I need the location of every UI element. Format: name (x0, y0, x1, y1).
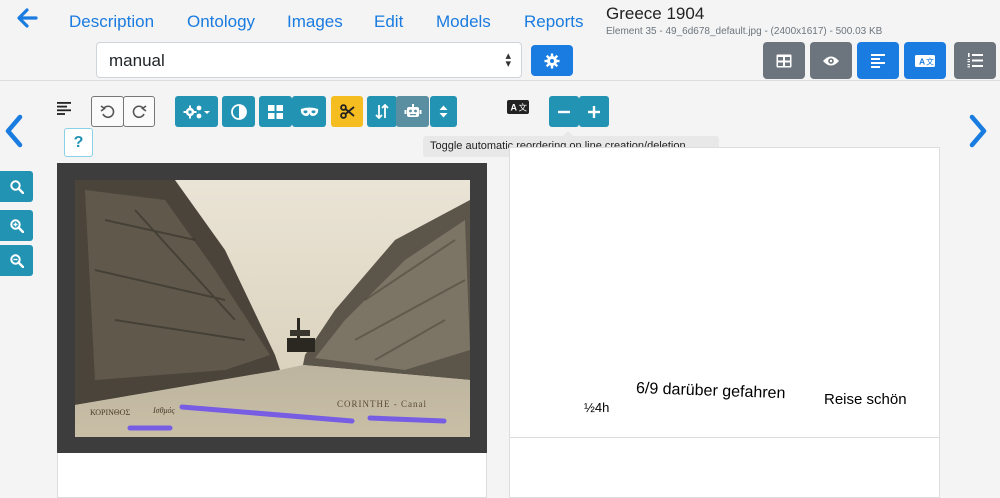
list-ol-icon (967, 53, 983, 68)
gear-icon (544, 53, 560, 68)
svg-text:文: 文 (926, 56, 934, 66)
font-increase-button[interactable] (579, 96, 609, 127)
translate-icon: A文 (507, 100, 529, 114)
auto-settings-button[interactable] (175, 96, 218, 127)
svg-text:A: A (511, 103, 518, 113)
help-button[interactable]: ? (64, 128, 93, 157)
contrast-icon (230, 103, 247, 120)
view-text-button[interactable] (857, 42, 899, 79)
transcription-line-3[interactable]: ½4h (584, 400, 609, 415)
nav-images[interactable]: Images (287, 12, 343, 32)
undo-button[interactable] (91, 96, 124, 127)
next-element-button[interactable] (968, 114, 988, 155)
updown-icon (439, 105, 448, 118)
grid-view-button[interactable] (259, 96, 292, 127)
line-annotations[interactable] (57, 163, 487, 453)
svg-text:A: A (919, 56, 925, 66)
nav-reports[interactable]: Reports (524, 12, 584, 32)
grid-icon (268, 104, 283, 119)
mask-button[interactable] (292, 96, 326, 127)
eye-icon (823, 56, 839, 65)
model-select[interactable]: manual ▴ ▾ (96, 42, 522, 78)
align-left-icon (871, 53, 885, 68)
table-icon (776, 54, 792, 67)
annotation-line-2[interactable] (367, 415, 447, 424)
zoom-out-icon (9, 253, 24, 268)
back-arrow-icon[interactable] (12, 6, 42, 34)
view-list-button[interactable] (954, 42, 996, 79)
zoom-in-icon (9, 218, 24, 233)
nav-models[interactable]: Models (436, 12, 491, 32)
select-caret-icon: ▴ ▾ (505, 50, 511, 70)
contrast-button[interactable] (222, 96, 255, 127)
text-align-toggle[interactable] (55, 99, 73, 117)
view-preview-button[interactable] (810, 42, 852, 79)
zoom-in-button[interactable] (0, 210, 33, 241)
settings-button[interactable] (531, 45, 573, 76)
header-divider (0, 80, 1000, 81)
previous-element-button[interactable] (4, 114, 24, 155)
mask-icon (300, 107, 318, 116)
redo-icon (132, 105, 146, 119)
view-translate-button[interactable]: A文 (904, 42, 946, 79)
sort-icon (375, 104, 389, 119)
document-title: Greece 1904 (606, 4, 705, 23)
settings-icon (183, 105, 210, 118)
chevron-right-icon (969, 114, 987, 148)
robot-icon (404, 104, 421, 117)
nav-description[interactable]: Description (69, 12, 154, 32)
translation-toggle[interactable]: A文 (506, 99, 530, 115)
scissors-icon (339, 104, 355, 119)
transcription-panel (509, 147, 940, 498)
translate-icon: A文 (915, 54, 935, 67)
minus-icon (558, 110, 570, 113)
search-icon (9, 179, 24, 194)
auto-reorder-toggle[interactable] (396, 96, 429, 127)
sort-lines-button[interactable] (367, 96, 397, 127)
expand-collapse-button[interactable] (430, 96, 457, 127)
align-left-icon (57, 101, 71, 115)
cut-button[interactable] (331, 96, 363, 127)
nav-edit[interactable]: Edit (374, 12, 403, 32)
plus-icon (588, 105, 600, 118)
view-table-button[interactable] (763, 42, 805, 79)
annotation-line-1[interactable] (179, 404, 355, 424)
zoom-reset-button[interactable] (0, 171, 33, 202)
redo-button[interactable] (123, 96, 155, 127)
undo-icon (100, 105, 115, 119)
document-subtitle: Element 35 - 49_6d678_default.jpg - (240… (606, 26, 883, 37)
transcription-line-2[interactable]: Reise schön (824, 391, 907, 408)
model-select-value: manual (109, 51, 165, 70)
zoom-out-button[interactable] (0, 245, 33, 276)
transcription-divider (509, 437, 940, 438)
svg-text:文: 文 (519, 103, 528, 113)
font-decrease-button[interactable] (549, 96, 579, 127)
chevron-left-icon (5, 114, 23, 148)
nav-ontology[interactable]: Ontology (187, 12, 255, 32)
